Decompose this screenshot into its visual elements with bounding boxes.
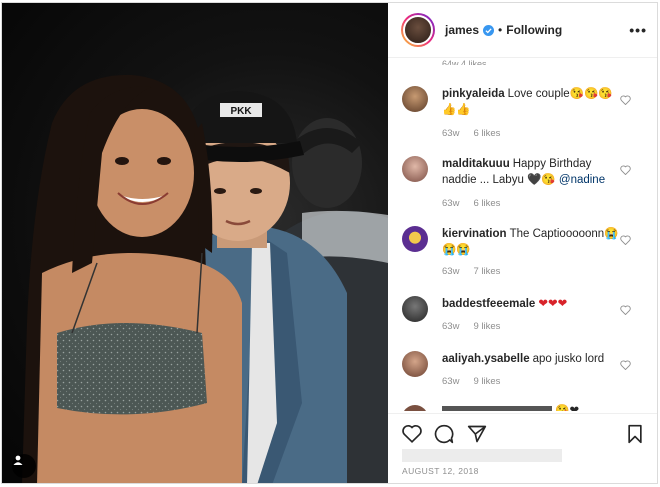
comment-avatar[interactable]: [402, 405, 428, 411]
author-avatar-image: [403, 15, 433, 45]
cut-off-comment-meta: 64w 4 likes: [442, 59, 487, 65]
tagged-user-icon[interactable]: [12, 454, 36, 478]
comment-username[interactable]: kiervination: [442, 228, 507, 240]
comment-likes[interactable]: 7 likes: [473, 266, 500, 277]
comment-meta: 63w 9 likes: [442, 376, 514, 387]
post-photo[interactable]: PKK: [2, 3, 388, 483]
like-heart-icon[interactable]: [402, 424, 422, 448]
comment-emoji: 🖤😘: [527, 174, 556, 186]
comment-avatar[interactable]: [402, 156, 428, 182]
comment-likes[interactable]: 9 likes: [473, 376, 500, 387]
comment-body: pinkyaleida Love couple😘😘😘👍👍: [442, 86, 622, 118]
comment-body: 😘❤: [442, 403, 622, 411]
comment-age[interactable]: 63w: [442, 128, 459, 139]
comment-username[interactable]: aaliyah.ysabelle: [442, 353, 530, 365]
comment-age[interactable]: 63w: [442, 376, 459, 387]
comment-text: apo jusko lord: [532, 353, 605, 365]
save-bookmark-icon[interactable]: [626, 424, 644, 449]
like-comment-heart-icon[interactable]: [620, 302, 631, 320]
verified-badge-icon: [483, 24, 495, 36]
like-comment-heart-icon[interactable]: [620, 357, 631, 375]
comment-body: kiervination The Captiooooonn😭😭😭: [442, 226, 622, 258]
comment-mention-link[interactable]: @nadine: [559, 174, 605, 186]
more-horizontal-icon[interactable]: •••: [629, 22, 647, 38]
separator-dot: •: [498, 23, 503, 37]
comments-list[interactable]: 64w 4 likes pinkyaleida Love couple😘😘😘👍👍 …: [388, 59, 657, 411]
instagram-post-window: PKK james • Following ••• 64w 4 likes pi…: [1, 2, 658, 484]
like-comment-heart-icon[interactable]: [620, 232, 631, 250]
comment-username[interactable]: malditakuuu: [442, 158, 510, 170]
comment-likes[interactable]: 6 likes: [473, 128, 500, 139]
photo-illustration: PKK: [22, 74, 388, 483]
author-username[interactable]: james: [445, 23, 479, 37]
comment-text: Love couple: [507, 88, 570, 100]
comment-body: baddestfeeemale ❤❤❤: [442, 296, 622, 312]
comment-likes[interactable]: 9 likes: [473, 321, 500, 332]
comment-avatar[interactable]: [402, 351, 428, 377]
comment-text: The Captiooooonn: [509, 228, 605, 240]
post-actions-bar: [388, 413, 657, 449]
likes-count-redacted: [402, 449, 562, 462]
comment-meta: 63w 6 likes: [442, 198, 514, 209]
post-header: james • Following •••: [388, 3, 657, 58]
comment-emoji: ❤❤❤: [538, 298, 568, 310]
comment-likes[interactable]: 6 likes: [473, 198, 500, 209]
comment-body: malditakuuu Happy Birthday naddie ... Lab…: [442, 156, 622, 188]
share-paper-plane-icon[interactable]: [467, 424, 487, 449]
like-comment-heart-icon[interactable]: [620, 162, 631, 180]
comment-bubble-icon[interactable]: [434, 424, 454, 449]
post-date[interactable]: AUGUST 12, 2018: [402, 466, 479, 476]
follow-status-button[interactable]: Following: [506, 23, 562, 37]
comment-username[interactable]: baddestfeeemale: [442, 298, 535, 310]
comment-emoji: 😘❤: [555, 405, 580, 411]
comment-username[interactable]: pinkyaleida: [442, 88, 505, 100]
comment-age[interactable]: 63w: [442, 266, 459, 277]
post-sidebar: james • Following ••• 64w 4 likes pinkya…: [388, 3, 657, 483]
comment-avatar[interactable]: [402, 86, 428, 112]
comment-avatar[interactable]: [402, 296, 428, 322]
comment-avatar[interactable]: [402, 226, 428, 252]
comment-meta: 63w 7 likes: [442, 266, 514, 277]
comment-body: aaliyah.ysabelle apo jusko lord: [442, 351, 622, 367]
cut-off-text: [442, 405, 552, 411]
like-comment-heart-icon[interactable]: [620, 92, 631, 110]
comment-age[interactable]: 63w: [442, 321, 459, 332]
comment-meta: 63w 6 likes: [442, 128, 514, 139]
comment-meta: 63w 9 likes: [442, 321, 514, 332]
svg-text:PKK: PKK: [230, 106, 252, 117]
author-avatar[interactable]: [401, 13, 435, 47]
comment-age[interactable]: 63w: [442, 198, 459, 209]
